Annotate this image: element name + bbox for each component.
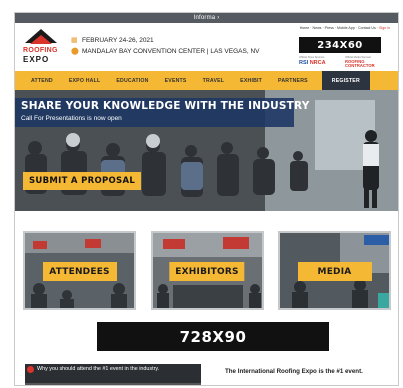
event-date: FEBRUARY 24-26, 2021 [82,37,154,44]
calendar-icon: ▦ [71,37,78,44]
sponsor-rsi: RSI [299,60,309,66]
nav-item-education[interactable]: EDUCATION [108,71,156,90]
submit-proposal-button[interactable]: SUBMIT A PROPOSAL [23,172,141,190]
sponsor-nrca: NRCA [309,60,326,66]
roofing-expo-logo[interactable]: ROOFING EXPO [23,29,59,65]
sponsor-logo-rsi-nrca[interactable]: RSI NRCA [299,60,326,66]
tile-attendees[interactable]: ATTENDEES [23,231,136,310]
tile-exhibitors[interactable]: EXHIBITORS [150,231,264,310]
nav-item-exhibit[interactable]: EXHIBIT [232,71,270,90]
video-embed[interactable]: Why you should attend the #1 event in th… [25,364,201,385]
site-header: ROOFING EXPO ▦ FEBRUARY 24-26, 2021 ⬤ MA… [15,23,398,71]
nav-item-attend[interactable]: ATTEND [23,71,61,90]
hero-headline: SHARE YOUR KNOWLEDGE WITH THE INDUSTRY [21,100,310,112]
play-icon[interactable] [27,366,34,373]
informa-link[interactable]: Informa › [194,15,220,21]
nav-item-travel[interactable]: TRAVEL [195,71,233,90]
nav-item-expo-hall[interactable]: EXPO HALL [61,71,109,90]
main-nav: ATTEND EXPO HALL EDUCATION EVENTS TRAVEL… [15,71,398,90]
ad-placeholder-234x60[interactable]: 234X60 [299,37,381,53]
utility-links-text[interactable]: Home · News · Press · Mobile App · Conta… [300,26,378,30]
logo-text-expo: EXPO [23,55,50,64]
event-venue: MANDALAY BAY CONVENTION CENTER | LAS VEG… [82,48,260,55]
roof-logo-accent-icon [30,35,52,44]
sponsor-logos: Official Show Sponsor Official Media Spo… [299,56,381,68]
media-label[interactable]: MEDIA [297,262,372,281]
register-button[interactable]: REGISTER [321,71,370,90]
utility-links[interactable]: Home · News · Press · Mobile App · Conta… [300,26,390,30]
sign-in-link[interactable]: Sign in [379,26,390,30]
audience-tiles: ATTENDEES EXHIBITORS MEDIA [23,231,391,310]
event-info: ▦ FEBRUARY 24-26, 2021 ⬤ MANDALAY BAY CO… [71,35,259,57]
exhibitors-label[interactable]: EXHIBITORS [169,262,245,281]
attendees-label[interactable]: ATTENDEES [42,262,117,281]
intro-heading: The International Roofing Expo is the #1… [225,368,363,375]
location-pin-icon: ⬤ [71,48,79,55]
sponsor-logo-roofing-contractor[interactable]: ROOFING CONTRACTOR [345,59,381,69]
video-title[interactable]: Why you should attend the #1 event in th… [37,366,159,372]
hero-subheadline: Call For Presentations is now open [21,115,122,122]
sponsor-caption-show: Official Show Sponsor [299,56,325,59]
logo-text-roofing: ROOFING [23,47,58,54]
ad-placeholder-728x90[interactable]: 728X90 [97,322,329,351]
tile-media[interactable]: MEDIA [278,231,391,310]
nav-item-events[interactable]: EVENTS [157,71,195,90]
hero-banner: SHARE YOUR KNOWLEDGE WITH THE INDUSTRY C… [15,90,398,211]
video-progress-bar[interactable] [25,383,201,385]
page-frame: Informa › ROOFING EXPO ▦ FEBRUARY 24-26,… [14,12,399,386]
nav-item-partners[interactable]: PARTNERS [270,71,316,90]
informa-topbar[interactable]: Informa › [15,13,398,23]
